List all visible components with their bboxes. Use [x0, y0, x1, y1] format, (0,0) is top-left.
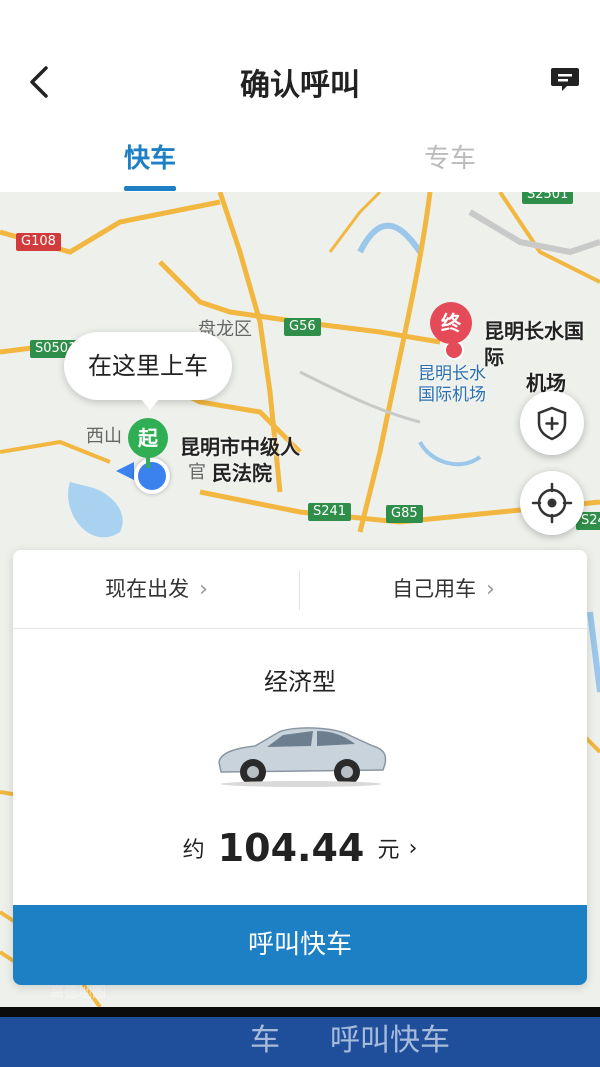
tab-express[interactable]: 快车	[124, 138, 176, 175]
overlay-strip	[0, 1007, 600, 1017]
active-tab-indicator	[124, 186, 176, 191]
safety-button[interactable]	[520, 391, 584, 455]
start-poi-line: 民法院	[212, 461, 272, 485]
car-image[interactable]	[213, 722, 389, 788]
price-amount: 104.44	[217, 826, 365, 870]
depart-time-label: 现在出发	[105, 577, 190, 601]
message-icon	[551, 68, 579, 91]
road-badge: S2501	[522, 192, 574, 204]
page-title: 确认呼叫	[240, 68, 360, 103]
shield-plus-icon	[537, 406, 567, 441]
current-location-icon	[134, 458, 170, 494]
crosshair-icon	[531, 482, 573, 524]
header: 确认呼叫	[0, 44, 600, 120]
message-button[interactable]	[550, 64, 580, 94]
call-car-button[interactable]: 呼叫快车	[13, 905, 587, 985]
chevron-right-icon: ›	[199, 577, 208, 602]
ghost-text: 车	[250, 1023, 280, 1058]
road-badge: S241	[308, 503, 352, 521]
car-type-label: 经济型	[264, 668, 336, 696]
map-watermark: 高德地图	[50, 985, 106, 1001]
price-prefix: 约	[182, 838, 205, 863]
rider-option[interactable]: 自己用车 ›	[300, 550, 587, 628]
bottom-overlay: 呼叫快车 车	[0, 1007, 600, 1067]
ghost-text: 呼叫快车	[330, 1023, 450, 1058]
pickup-bubble[interactable]: 在这里上车	[64, 332, 232, 410]
tab-premier[interactable]: 专车	[424, 138, 476, 175]
car-type-tabs: 快车 专车	[0, 120, 600, 192]
rider-label: 自己用车	[392, 577, 477, 601]
chevron-right-icon: ›	[486, 577, 495, 602]
airport-label: 昆明长水 国际机场	[418, 364, 486, 406]
start-poi-line: 昆明市中级人	[180, 435, 300, 459]
road-badge: G108	[16, 233, 61, 251]
price-estimate[interactable]: 约 104.44 元 ›	[13, 826, 587, 870]
locate-button[interactable]	[520, 471, 584, 535]
road-badge: G85	[386, 505, 423, 523]
status-bar	[0, 0, 600, 44]
start-poi-label: 昆明市中级人 民法院	[180, 434, 300, 486]
place-label: 西山	[86, 426, 122, 447]
airport-label-line: 国际机场	[418, 385, 486, 405]
end-poi-label: 昆明长水国际 机场	[484, 318, 600, 396]
price-unit: 元	[377, 838, 400, 863]
order-panel: 现在出发 › 自己用车 › 经济型 约 104.44 元 › 呼叫快车	[13, 550, 587, 985]
order-options: 现在出发 › 自己用车 ›	[13, 550, 587, 629]
chevron-right-icon: ›	[408, 835, 418, 861]
end-poi-line: 昆明长水国际	[484, 319, 584, 369]
road-badge: G56	[284, 318, 321, 336]
start-pin-icon: 起	[128, 418, 168, 458]
end-pin-icon: 终	[430, 302, 472, 344]
airport-label-line: 昆明长水	[418, 364, 486, 384]
depart-time-option[interactable]: 现在出发 ›	[13, 550, 300, 628]
heading-arrow-icon	[116, 462, 134, 480]
